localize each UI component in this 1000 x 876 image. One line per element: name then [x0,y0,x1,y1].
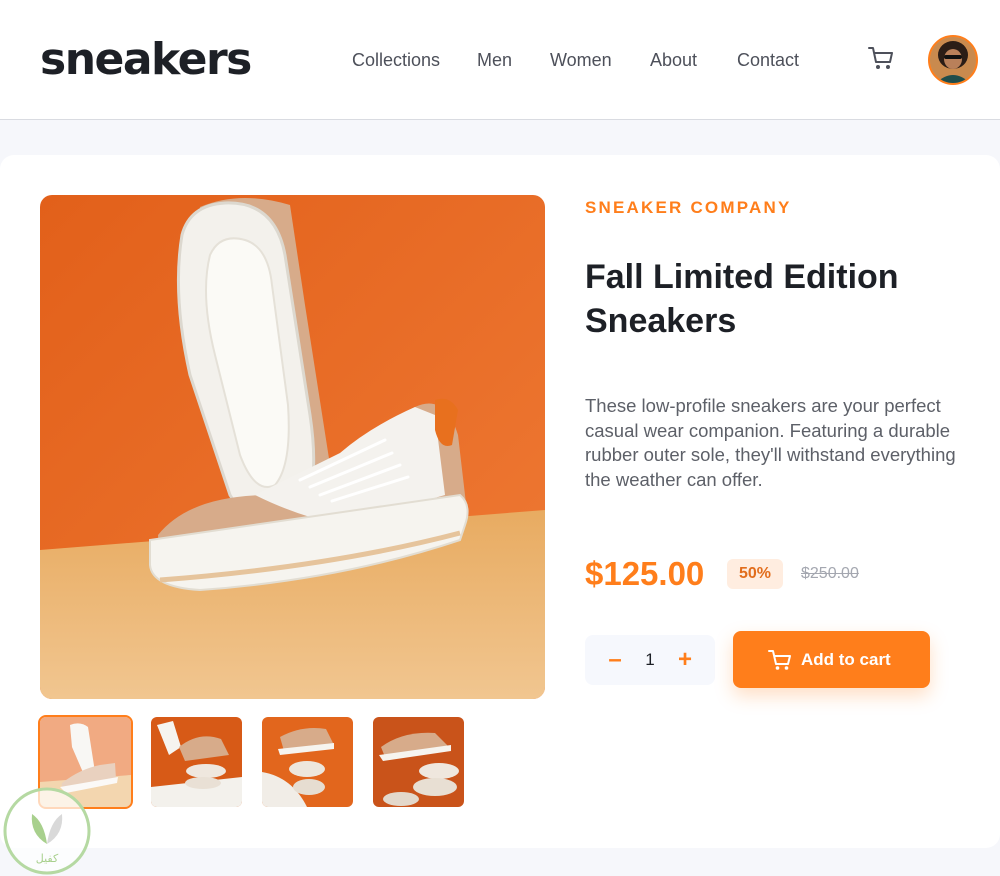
product-description: These low-profile sneakers are your perf… [585,395,956,490]
increase-quantity-button[interactable]: + [665,635,705,685]
thumbnail-2[interactable] [151,717,242,807]
company-label: SNEAKER COMPANY [585,198,792,217]
cart-button[interactable] [866,44,896,72]
brand-logo[interactable]: sneakers [40,34,252,86]
current-price: $125.00 [585,555,705,592]
site-header: sneakers Collections Men Women About Con… [0,0,1000,120]
original-price: $250.00 [801,565,859,582]
thumbnail-3-image [262,717,353,807]
cart-icon [868,47,893,69]
quantity-value: 1 [645,650,655,669]
user-avatar[interactable] [928,35,978,85]
avatar-icon [930,37,976,83]
watermark-logo: كفيل [2,786,92,876]
sneaker-photo [40,195,545,699]
discount-badge: 50% [727,559,783,589]
nav-link-women[interactable]: Women [550,48,612,72]
product-title: Fall Limited Edition Sneakers [585,258,899,340]
nav-link-collections[interactable]: Collections [352,48,440,72]
decrease-quantity-button[interactable]: – [595,635,635,685]
nav-link-about[interactable]: About [650,48,697,72]
nav-link-contact[interactable]: Contact [737,48,799,72]
nav-link-men[interactable]: Men [477,48,512,72]
svg-text:كفيل: كفيل [36,852,59,865]
cart-icon [768,650,791,670]
add-to-cart-button[interactable]: Add to cart [733,631,930,688]
leaf-logo-icon: كفيل [3,787,91,875]
thumbnail-2-image [151,717,242,807]
thumbnail-4-image [373,717,464,807]
quantity-stepper: – 1 + [585,635,715,685]
thumbnail-3[interactable] [262,717,353,807]
main-product-image[interactable] [40,195,545,699]
add-to-cart-label: Add to cart [801,650,891,669]
thumbnail-4[interactable] [373,717,464,807]
